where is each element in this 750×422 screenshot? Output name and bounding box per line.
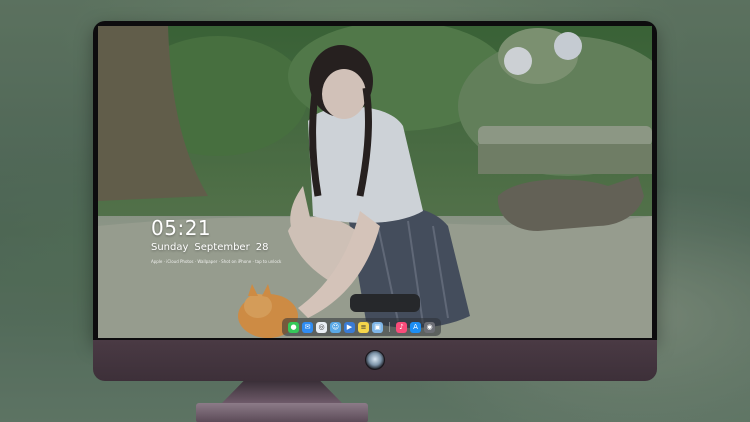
monitor-stand-base — [196, 403, 368, 422]
dock: ● ✉ ◎ ☺ ▶ ≡ ▣ ♪ A ◉ — [282, 318, 441, 336]
lock-weekday: Sunday — [151, 242, 189, 253]
notes-icon[interactable]: ≡ — [358, 321, 369, 333]
brand-logo-icon — [365, 350, 385, 370]
lock-fine-print: Apple · iCloud Photos · Wallpaper · Shot… — [151, 259, 282, 264]
dock-separator — [389, 322, 390, 332]
lock-month: September — [194, 242, 250, 253]
lock-clock: 05:21 — [151, 216, 212, 240]
lock-date: Sunday September 28 — [151, 242, 274, 253]
lock-day: 28 — [255, 242, 269, 253]
camera-icon[interactable]: ◉ — [424, 321, 435, 333]
app-store-icon[interactable]: A — [410, 321, 421, 333]
finder-icon[interactable]: ☺ — [330, 321, 341, 333]
music-note-icon[interactable]: ♪ — [396, 321, 407, 333]
wallpaper-photo — [98, 26, 652, 338]
message-bubble-icon[interactable]: ● — [288, 321, 299, 333]
monitor-chin — [93, 340, 657, 381]
mail-icon[interactable]: ✉ — [302, 321, 313, 333]
compass-icon[interactable]: ◎ — [316, 321, 327, 333]
photo-icon[interactable]: ▣ — [372, 321, 383, 333]
monitor: 05:21 Sunday September 28 Apple · iCloud P… — [93, 21, 657, 381]
clapper-icon[interactable]: ▶ — [344, 321, 355, 333]
lock-screen[interactable]: 05:21 Sunday September 28 Apple · iCloud P… — [98, 26, 652, 338]
monitor-bezel: 05:21 Sunday September 28 Apple · iCloud P… — [93, 21, 657, 341]
